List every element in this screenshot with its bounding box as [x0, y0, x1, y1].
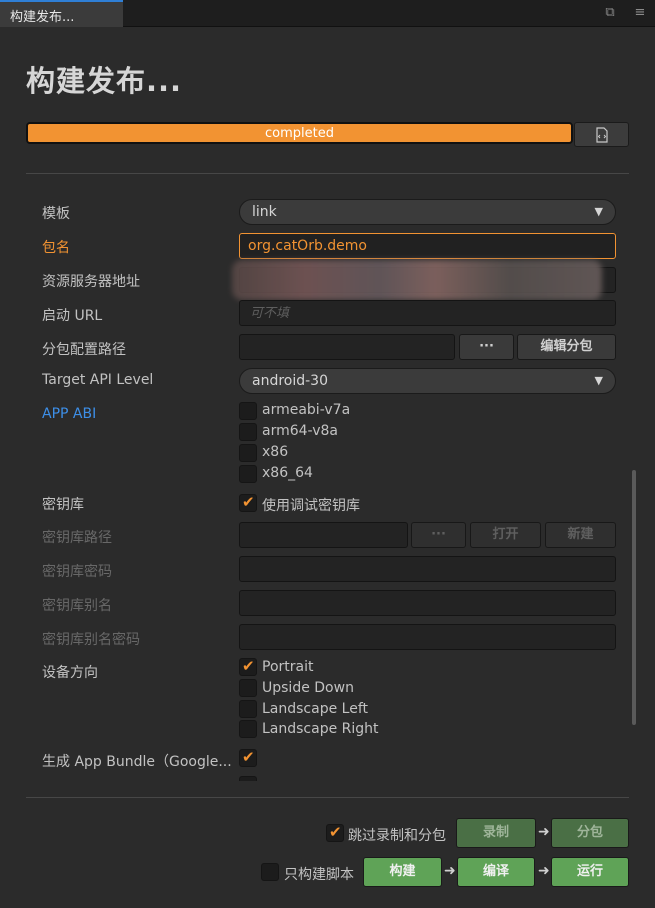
arrow-right-icon: ➜ [538, 863, 550, 879]
server-label: 资源服务器地址 [42, 274, 140, 290]
abi-arm64-checkbox[interactable] [239, 423, 257, 441]
page-title: 构建发布... [26, 64, 183, 98]
scrollbar-thumb[interactable] [632, 470, 636, 725]
keystore-browse-button[interactable]: ··· [411, 522, 466, 548]
arrow-right-icon: ➜ [444, 863, 456, 879]
orientation-landscape-left-checkbox[interactable] [239, 700, 257, 718]
template-value: link [252, 204, 277, 220]
abi-x86_64-checkbox[interactable] [239, 465, 257, 483]
template-select[interactable]: link ▼ [239, 199, 616, 225]
skip-record-label: 跳过录制和分包 [348, 828, 446, 844]
abi-x86-checkbox[interactable] [239, 444, 257, 462]
keystore-alias-label: 密钥库别名 [42, 598, 112, 614]
subpackage-label: 分包配置路径 [42, 342, 126, 358]
keystore-open-button[interactable]: 打开 [470, 522, 541, 548]
tab-build[interactable]: 构建发布... [0, 0, 123, 27]
divider-bottom [26, 797, 629, 798]
start-url-label: 启动 URL [42, 308, 103, 324]
popout-icon[interactable]: ⧉ [602, 5, 618, 21]
keystore-label: 密钥库 [42, 497, 84, 513]
keystore-password-label: 密钥库密码 [42, 564, 112, 580]
keystore-path-label: 密钥库路径 [42, 530, 112, 546]
keystore-new-button[interactable]: 新建 [545, 522, 616, 548]
build-button[interactable]: 构建 [363, 857, 442, 887]
abi-armeabi-label: armeabi-v7a [262, 402, 351, 418]
app-bundle-checkbox[interactable] [239, 748, 257, 767]
use-debug-keystore-checkbox[interactable] [239, 493, 257, 512]
abi-x86-label: x86 [262, 444, 289, 460]
chevron-down-icon: ▼ [594, 205, 603, 218]
keystore-path-input[interactable] [239, 522, 408, 548]
abi-arm64-label: arm64-v8a [262, 423, 338, 439]
template-label: 模板 [42, 206, 70, 222]
orientation-label: 设备方向 [42, 665, 98, 681]
log-file-icon [596, 127, 608, 143]
abi-label: APP ABI [42, 406, 97, 422]
compile-button[interactable]: 编译 [457, 857, 535, 887]
orientation-upside-down-checkbox[interactable] [239, 679, 257, 697]
run-button[interactable]: 运行 [551, 857, 629, 887]
subpackage-path-input[interactable] [239, 334, 455, 360]
api-level-select[interactable]: android-30 ▼ [239, 368, 616, 394]
edit-subpackage-button[interactable]: 编辑分包 [517, 334, 616, 360]
subpackage-browse-button[interactable]: ··· [459, 334, 514, 360]
package-label: 包名 [42, 240, 70, 256]
orientation-portrait-checkbox[interactable] [239, 657, 257, 676]
abi-armeabi-checkbox[interactable] [239, 402, 257, 420]
subpackage-button[interactable]: 分包 [551, 818, 629, 848]
package-input[interactable]: org.catOrb.demo [239, 233, 616, 259]
orientation-landscape-left-label: Landscape Left [262, 701, 368, 717]
arrow-right-icon: ➜ [538, 824, 550, 840]
abi-x86_64-label: x86_64 [262, 465, 313, 481]
api-level-value: android-30 [252, 373, 328, 389]
keystore-alias-input[interactable] [239, 590, 616, 616]
chevron-down-icon: ▼ [594, 374, 603, 387]
orientation-landscape-right-checkbox[interactable] [239, 720, 257, 738]
only-script-checkbox[interactable] [261, 863, 279, 881]
orientation-portrait-label: Portrait [262, 659, 314, 675]
app-bundle-label: 生成 App Bundle（Google... [42, 754, 232, 770]
start-url-placeholder: 可不填 [250, 306, 290, 321]
start-url-input[interactable]: 可不填 [239, 300, 616, 326]
record-button[interactable]: 录制 [456, 818, 536, 848]
api-level-label: Target API Level [42, 372, 154, 388]
redacted-area [232, 260, 602, 300]
orientation-landscape-right-label: Landscape Right [262, 721, 379, 737]
progress-text: completed [265, 126, 334, 141]
next-checkbox-partial[interactable] [239, 776, 257, 781]
menu-icon[interactable]: ≡ [632, 5, 648, 21]
keystore-alias-password-input[interactable] [239, 624, 616, 650]
keystore-alias-password-label: 密钥库别名密码 [42, 632, 140, 648]
only-script-label: 只构建脚本 [284, 867, 354, 883]
skip-record-checkbox[interactable] [326, 823, 344, 842]
use-debug-keystore-label: 使用调试密钥库 [262, 498, 360, 514]
divider-top [26, 173, 629, 174]
orientation-upside-down-label: Upside Down [262, 680, 354, 696]
build-progress-bar: completed [26, 122, 573, 144]
open-log-button[interactable] [574, 122, 629, 147]
keystore-password-input[interactable] [239, 556, 616, 582]
